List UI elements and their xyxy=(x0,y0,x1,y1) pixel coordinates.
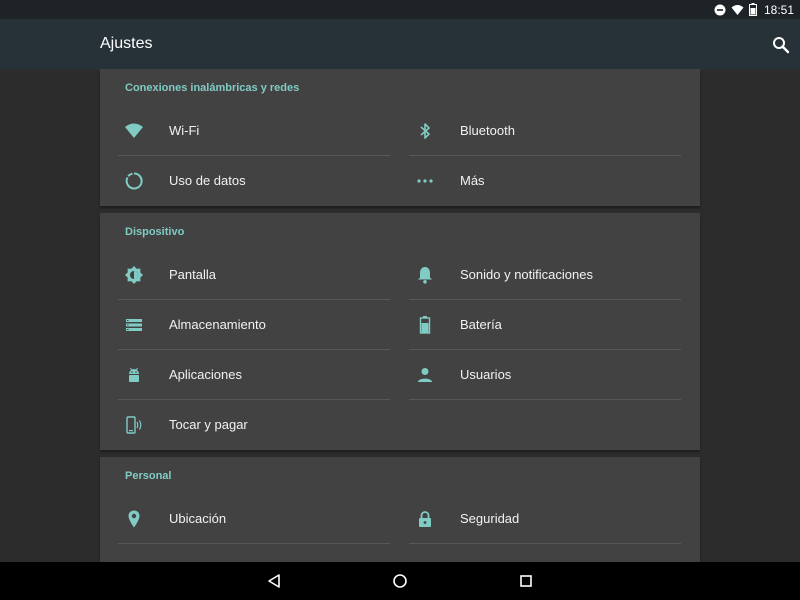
search-icon[interactable] xyxy=(771,35,791,55)
setting-partial-left[interactable] xyxy=(118,544,390,562)
setting-apps[interactable]: Aplicaciones xyxy=(118,350,390,400)
battery-icon xyxy=(748,3,757,16)
setting-bluetooth[interactable]: Bluetooth xyxy=(409,106,681,156)
setting-label: Uso de datos xyxy=(169,173,246,188)
setting-location[interactable]: Ubicación xyxy=(118,494,390,544)
section-wireless-networks: Conexiones inalámbricas y redes Wi-Fi Bl… xyxy=(100,69,700,206)
wifi-icon xyxy=(124,121,144,141)
back-icon[interactable] xyxy=(265,572,283,590)
setting-more[interactable]: Más xyxy=(409,156,681,206)
setting-tap-and-pay[interactable]: Tocar y pagar xyxy=(118,400,390,450)
brightness-icon xyxy=(124,265,144,285)
section-personal: Personal Ubicación Seguridad xyxy=(100,457,700,562)
setting-label: Aplicaciones xyxy=(169,367,242,382)
location-icon xyxy=(124,509,144,529)
status-time: 18:51 xyxy=(763,2,794,17)
lock-icon xyxy=(415,509,435,529)
bell-icon xyxy=(415,265,435,285)
wifi-signal-icon xyxy=(731,4,744,16)
section-header: Personal xyxy=(125,470,172,482)
navigation-bar xyxy=(0,562,800,600)
setting-label: Almacenamiento xyxy=(169,317,266,332)
setting-label: Usuarios xyxy=(460,367,512,382)
data-usage-icon xyxy=(124,171,144,191)
section-device: Dispositivo Pantalla Sonido y notificaci… xyxy=(100,213,700,450)
setting-label: Sonido y notificaciones xyxy=(460,267,593,282)
setting-label: Pantalla xyxy=(169,267,216,282)
section-header: Dispositivo xyxy=(125,226,185,238)
person-icon xyxy=(415,365,435,385)
status-bar: 18:51 xyxy=(0,0,800,19)
setting-storage[interactable]: Almacenamiento xyxy=(118,300,390,350)
setting-label: Ubicación xyxy=(169,511,227,526)
setting-label: Bluetooth xyxy=(460,123,515,138)
android-icon xyxy=(124,365,144,385)
setting-display[interactable]: Pantalla xyxy=(118,250,390,300)
setting-data-usage[interactable]: Uso de datos xyxy=(118,156,390,206)
setting-sound-notifications[interactable]: Sonido y notificaciones xyxy=(409,250,681,300)
setting-label: Tocar y pagar xyxy=(169,417,248,432)
setting-label: Batería xyxy=(460,317,502,332)
battery-icon xyxy=(415,315,435,335)
bluetooth-icon xyxy=(415,121,435,141)
setting-users[interactable]: Usuarios xyxy=(409,350,681,400)
setting-label: Wi-Fi xyxy=(169,123,200,138)
setting-security[interactable]: Seguridad xyxy=(409,494,681,544)
page-title: Ajustes xyxy=(100,35,153,52)
setting-label: Más xyxy=(460,173,485,188)
setting-battery[interactable]: Batería xyxy=(409,300,681,350)
storage-icon xyxy=(124,315,144,335)
home-icon[interactable] xyxy=(391,572,409,590)
section-header: Conexiones inalámbricas y redes xyxy=(125,82,300,94)
more-dots-icon xyxy=(415,171,435,191)
settings-list[interactable]: Conexiones inalámbricas y redes Wi-Fi Bl… xyxy=(0,69,800,562)
app-bar: Ajustes xyxy=(0,19,800,69)
setting-partial-right[interactable] xyxy=(409,544,681,562)
tap-and-pay-icon xyxy=(124,415,144,435)
recents-icon[interactable] xyxy=(517,572,535,590)
setting-label: Seguridad xyxy=(460,511,520,526)
do-not-disturb-icon xyxy=(714,4,726,16)
setting-wifi[interactable]: Wi-Fi xyxy=(118,106,390,156)
